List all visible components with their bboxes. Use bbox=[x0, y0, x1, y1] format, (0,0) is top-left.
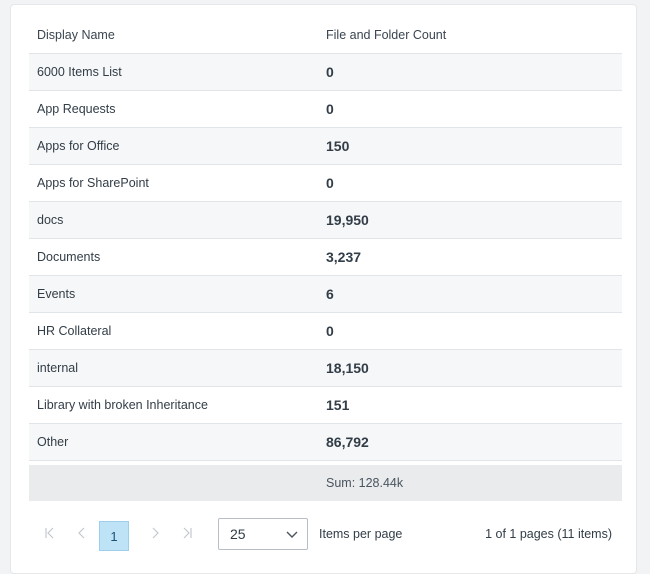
table-row[interactable]: internal 18,150 bbox=[29, 350, 622, 387]
cell-file-folder-count: 3,237 bbox=[326, 249, 362, 265]
cell-display-name: Library with broken Inheritance bbox=[37, 398, 208, 412]
column-header-file-folder-count[interactable]: File and Folder Count bbox=[326, 28, 622, 42]
cell-display-name: internal bbox=[37, 361, 78, 375]
data-grid: Display Name File and Folder Count 6000 … bbox=[29, 17, 622, 501]
cell-display-name: Apps for Office bbox=[37, 139, 120, 153]
cell-file-folder-count: 6 bbox=[326, 286, 334, 302]
table-row[interactable]: HR Collateral 0 bbox=[29, 313, 622, 350]
cell-file-folder-count: 151 bbox=[326, 397, 350, 413]
cell-display-name: docs bbox=[37, 213, 64, 227]
cell-display-name: Documents bbox=[37, 250, 101, 264]
sum-total: Sum: 128.44k bbox=[326, 476, 404, 490]
chevron-down-icon bbox=[286, 531, 298, 538]
table-row[interactable]: Events 6 bbox=[29, 276, 622, 313]
cell-file-folder-count: 19,950 bbox=[326, 212, 369, 228]
table-row[interactable]: Apps for Office 150 bbox=[29, 128, 622, 165]
cell-file-folder-count: 86,792 bbox=[326, 434, 369, 450]
table-row[interactable]: 6000 Items List 0 bbox=[29, 54, 622, 91]
cell-display-name: App Requests bbox=[37, 102, 116, 116]
page-size-value: 25 bbox=[230, 526, 246, 542]
data-grid-card: Display Name File and Folder Count 6000 … bbox=[10, 4, 637, 574]
cell-file-folder-count: 0 bbox=[326, 101, 334, 117]
page-number-button[interactable]: 1 bbox=[99, 521, 129, 551]
cell-display-name: HR Collateral bbox=[37, 324, 112, 338]
cell-file-folder-count: 0 bbox=[326, 323, 334, 339]
cell-display-name: Events bbox=[37, 287, 76, 301]
grid-header-row: Display Name File and Folder Count bbox=[29, 17, 622, 54]
table-row[interactable]: Other 86,792 bbox=[29, 424, 622, 461]
first-page-icon[interactable] bbox=[39, 522, 61, 544]
items-per-page-label: Items per page bbox=[319, 527, 403, 541]
grid-summary-row: Sum: 128.44k bbox=[29, 465, 622, 501]
cell-display-name: Apps for SharePoint bbox=[37, 176, 149, 190]
cell-file-folder-count: 0 bbox=[326, 64, 334, 80]
cell-file-folder-count: 150 bbox=[326, 138, 350, 154]
table-row[interactable]: Library with broken Inheritance 151 bbox=[29, 387, 622, 424]
cell-display-name: Other bbox=[37, 435, 69, 449]
last-page-icon[interactable] bbox=[176, 522, 198, 544]
table-row[interactable]: Documents 3,237 bbox=[29, 239, 622, 276]
table-row[interactable]: docs 19,950 bbox=[29, 202, 622, 239]
cell-display-name: 6000 Items List bbox=[37, 65, 122, 79]
cell-file-folder-count: 18,150 bbox=[326, 360, 369, 376]
cell-file-folder-count: 0 bbox=[326, 175, 334, 191]
page-size-select[interactable]: 25 bbox=[218, 518, 308, 550]
pager: 1 25 Items per page 1 of 1 pages (11 ite… bbox=[29, 517, 622, 551]
pager-info: 1 of 1 pages (11 items) bbox=[485, 527, 612, 541]
table-row[interactable]: App Requests 0 bbox=[29, 91, 622, 128]
table-row[interactable]: Apps for SharePoint 0 bbox=[29, 165, 622, 202]
next-page-icon[interactable] bbox=[144, 522, 166, 544]
previous-page-icon[interactable] bbox=[71, 522, 93, 544]
column-header-display-name[interactable]: Display Name bbox=[29, 28, 326, 42]
